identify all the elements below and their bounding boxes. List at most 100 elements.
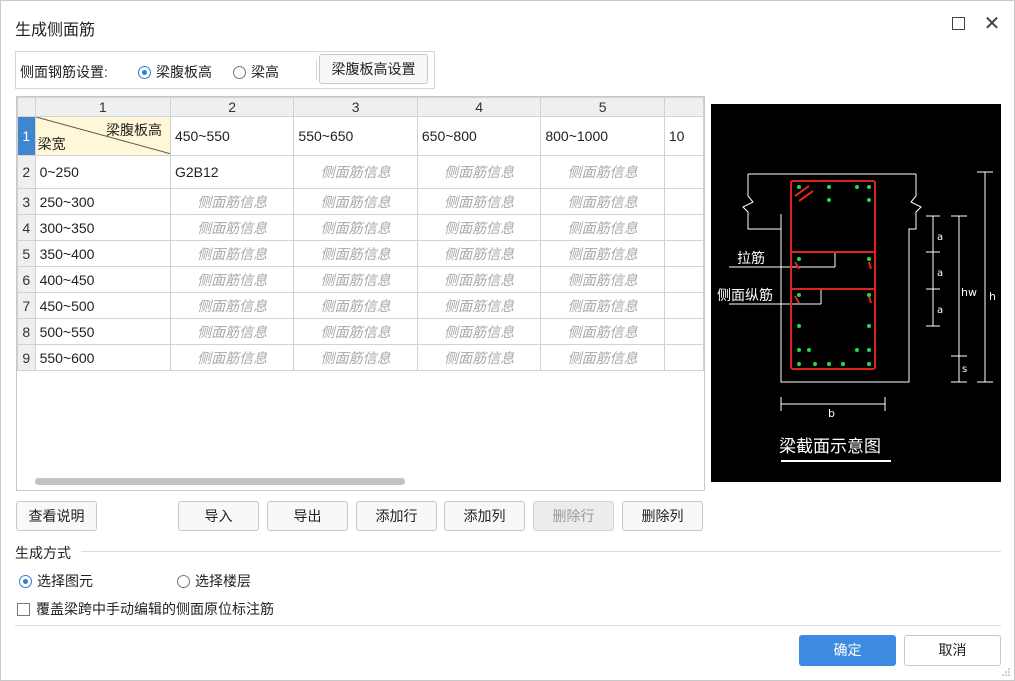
rebar-cell[interactable]: 侧面筋信息 [416,155,542,189]
beam-width-cell[interactable]: 400~450 [34,266,171,293]
rebar-cell[interactable]: 侧面筋信息 [169,240,295,267]
rebar-cell[interactable]: 侧面筋信息 [540,266,665,293]
column-header[interactable]: 450~550 [169,116,295,156]
close-button[interactable]: ✕ [981,13,1003,35]
column-header[interactable]: 550~650 [293,116,418,156]
rebar-cell[interactable]: 侧面筋信息 [416,266,542,293]
rebar-cell[interactable]: 侧面筋信息 [416,292,542,319]
side-rebar-table[interactable]: 1 2 3 4 5 1 梁腹板高 梁宽 450~550 550~650 650~… [16,96,705,491]
table-row: 4 300~350 侧面筋信息 侧面筋信息 侧面筋信息 侧面筋信息 [17,214,704,241]
column-number[interactable]: 3 [293,97,418,117]
rebar-cell[interactable]: 侧面筋信息 [416,188,542,215]
dim-a-label: a [937,232,943,243]
ok-button[interactable]: 确定 [799,635,896,666]
rebar-cell[interactable] [663,214,704,241]
rebar-cell[interactable]: 侧面筋信息 [293,266,418,293]
rebar-cell[interactable]: 侧面筋信息 [293,214,418,241]
row-number[interactable]: 4 [17,214,36,241]
cancel-button[interactable]: 取消 [904,635,1001,666]
maximize-icon [951,17,965,30]
column-header[interactable]: 10 [663,116,704,156]
rebar-cell[interactable]: 侧面筋信息 [416,240,542,267]
beam-width-cell[interactable]: 350~400 [34,240,171,267]
radio-beam-height-label: 梁高 [251,64,279,80]
rebar-cell[interactable]: 侧面筋信息 [293,240,418,267]
maximize-button[interactable] [947,13,969,35]
rebar-cell[interactable]: G2B12 [169,155,295,189]
rebar-cell[interactable]: 侧面筋信息 [540,214,665,241]
row-number[interactable]: 7 [17,292,36,319]
table-row: 9 550~600 侧面筋信息 侧面筋信息 侧面筋信息 侧面筋信息 [17,344,704,371]
beam-width-cell[interactable]: 550~600 [34,344,171,371]
rebar-cell[interactable]: 侧面筋信息 [416,214,542,241]
radio-web-height[interactable]: 梁腹板高 [138,62,212,82]
delete-row-button[interactable]: 删除行 [533,501,614,531]
column-header[interactable]: 650~800 [416,116,542,156]
rebar-cell[interactable]: 侧面筋信息 [293,292,418,319]
rebar-cell[interactable] [663,188,704,215]
beam-width-cell[interactable]: 500~550 [34,318,171,345]
import-button[interactable]: 导入 [178,501,259,531]
rebar-cell[interactable]: 侧面筋信息 [540,155,665,189]
rebar-cell[interactable]: 侧面筋信息 [169,292,295,319]
radio-select-floor[interactable]: 选择楼层 [177,571,251,591]
beam-width-cell[interactable]: 0~250 [34,155,171,189]
rebar-cell[interactable] [663,155,704,189]
rebar-cell[interactable]: 侧面筋信息 [169,318,295,345]
column-number[interactable]: 5 [540,97,665,117]
rebar-cell[interactable] [663,240,704,267]
row-number[interactable]: 2 [17,155,36,189]
resize-grip-icon[interactable] [1002,668,1010,676]
table-row: 8 500~550 侧面筋信息 侧面筋信息 侧面筋信息 侧面筋信息 [17,318,704,345]
overwrite-manual-annotation-checkbox[interactable]: 覆盖梁跨中手动编辑的侧面原位标注筋 [17,599,274,619]
rebar-cell[interactable] [663,266,704,293]
column-header[interactable]: 800~1000 [540,116,665,156]
rebar-cell[interactable]: 侧面筋信息 [169,214,295,241]
radio-beam-height[interactable]: 梁高 [233,62,279,82]
rebar-cell[interactable] [663,292,704,319]
horizontal-scrollbar[interactable] [35,478,405,485]
add-row-button[interactable]: 添加行 [356,501,437,531]
beam-width-cell[interactable]: 300~350 [34,214,171,241]
table-row: 6 400~450 侧面筋信息 侧面筋信息 侧面筋信息 侧面筋信息 [17,266,704,293]
rebar-cell[interactable]: 侧面筋信息 [416,344,542,371]
row-number[interactable]: 6 [17,266,36,293]
rebar-cell[interactable]: 侧面筋信息 [540,188,665,215]
row-number[interactable]: 5 [17,240,36,267]
rebar-cell[interactable] [663,344,704,371]
rebar-cell[interactable]: 侧面筋信息 [293,188,418,215]
beam-width-cell[interactable]: 450~500 [34,292,171,319]
rebar-cell[interactable]: 侧面筋信息 [293,318,418,345]
rebar-cell[interactable]: 侧面筋信息 [540,292,665,319]
rebar-cell[interactable]: 侧面筋信息 [540,344,665,371]
rebar-cell[interactable]: 侧面筋信息 [169,266,295,293]
rebar-cell[interactable]: 侧面筋信息 [293,344,418,371]
column-number[interactable] [663,97,704,117]
rebar-cell[interactable] [663,318,704,345]
row-number[interactable]: 8 [17,318,36,345]
column-number[interactable]: 4 [416,97,542,117]
rebar-cell[interactable]: 侧面筋信息 [540,318,665,345]
rebar-cell[interactable]: 侧面筋信息 [540,240,665,267]
row-number[interactable]: 3 [17,188,36,215]
rebar-cell[interactable]: 侧面筋信息 [169,188,295,215]
corner-header-cell[interactable]: 梁腹板高 梁宽 [34,116,171,156]
view-help-button[interactable]: 查看说明 [16,501,97,531]
row-number[interactable]: 1 [17,116,36,156]
footer-divider [15,625,1001,626]
radio-selected-icon [138,65,151,79]
add-column-button[interactable]: 添加列 [444,501,525,531]
export-button[interactable]: 导出 [267,501,348,531]
column-number[interactable]: 1 [34,97,171,117]
radio-select-element[interactable]: 选择图元 [19,571,93,591]
delete-column-button[interactable]: 删除列 [622,501,703,531]
column-number-row: 1 2 3 4 5 [17,97,704,117]
row-number[interactable]: 9 [17,344,36,371]
rebar-cell[interactable]: 侧面筋信息 [416,318,542,345]
rebar-cell[interactable]: 侧面筋信息 [169,344,295,371]
beam-width-cell[interactable]: 250~300 [34,188,171,215]
column-number[interactable]: 2 [169,97,295,117]
rebar-cell[interactable]: 侧面筋信息 [293,155,418,189]
web-height-settings-button[interactable]: 梁腹板高设置 [319,54,428,84]
side-bar-label: 侧面纵筋 [717,287,773,304]
